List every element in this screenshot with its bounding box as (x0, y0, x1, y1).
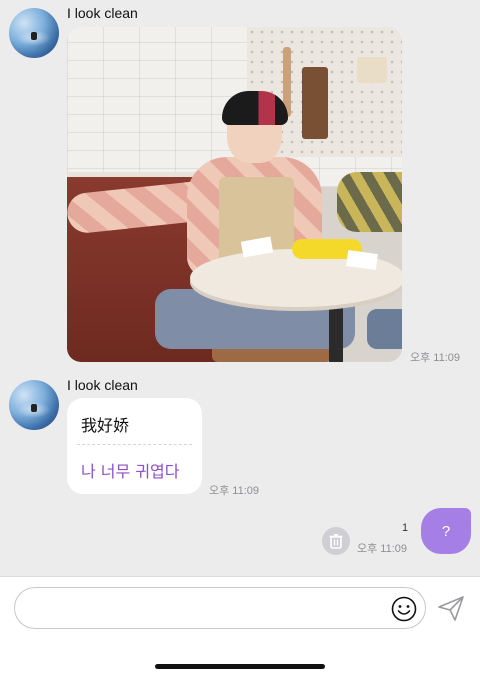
sender-name: I look clean (67, 377, 138, 393)
image-message[interactable] (67, 27, 402, 362)
smiley-icon[interactable] (391, 596, 417, 622)
send-icon[interactable] (436, 593, 466, 623)
sender-name: I look clean (67, 5, 138, 21)
avatar-figure (31, 32, 37, 40)
avatar-figure (31, 404, 37, 412)
sender-avatar[interactable] (9, 380, 59, 430)
message-input[interactable] (29, 596, 389, 620)
photo-table-leg (329, 297, 343, 362)
photo-cutting-board (302, 67, 328, 139)
chat-area[interactable]: I look clean 오후 11:09 I look clean 我好娇 나… (0, 0, 480, 576)
message-composer (0, 576, 480, 679)
message-time: 오후 11:09 (410, 352, 461, 364)
home-indicator (155, 664, 325, 669)
message-time: 오후 11:09 (357, 543, 408, 555)
translated-text: 나 너무 귀엽다 (81, 462, 180, 481)
trash-icon[interactable] (322, 527, 350, 555)
photo-second-person (337, 172, 402, 232)
text-message-bubble[interactable]: 我好娇 나 너무 귀엽다 (67, 398, 202, 494)
photo-second-person-legs (367, 309, 402, 349)
unread-count: 1 (402, 522, 409, 534)
photo-hair (222, 91, 288, 125)
my-message-bubble[interactable]: ? (421, 508, 471, 554)
trash-icon-glyph (329, 534, 343, 549)
message-input-wrapper[interactable] (14, 587, 426, 629)
message-time: 오후 11:09 (209, 485, 260, 497)
translation-divider (77, 444, 192, 445)
original-text: 我好娇 (81, 416, 130, 435)
sender-avatar[interactable] (9, 8, 59, 58)
photo-shelf-box (357, 57, 387, 83)
